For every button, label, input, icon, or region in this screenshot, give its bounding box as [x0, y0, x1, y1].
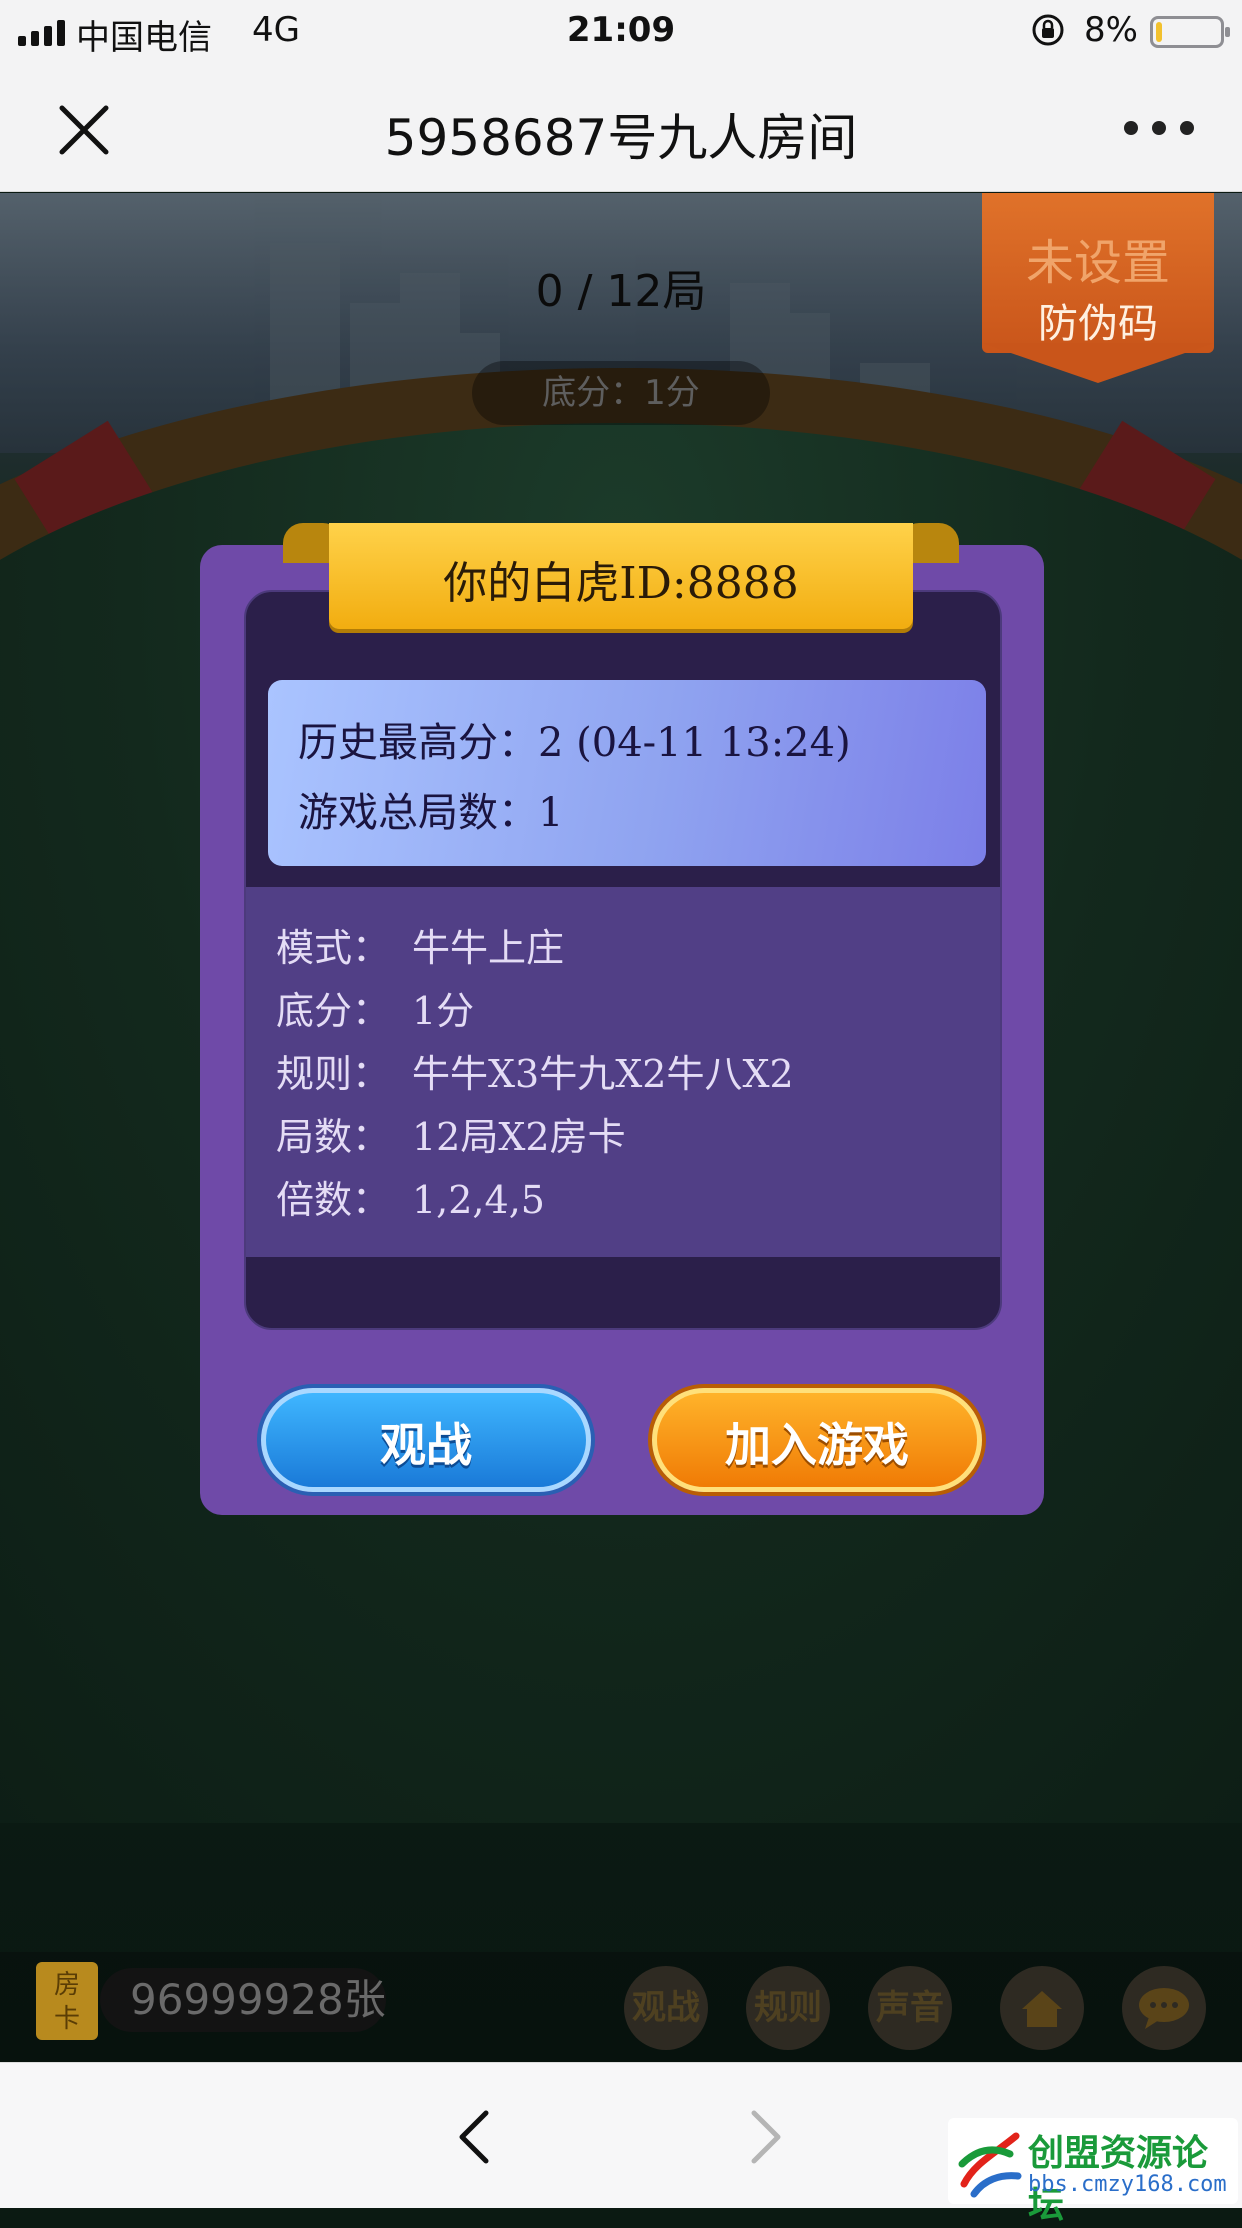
battery-icon [1150, 16, 1230, 48]
chat-icon [1139, 1988, 1189, 2029]
total-games-value: 1 [538, 790, 564, 836]
badge-label: 防伪码 [1038, 301, 1158, 347]
anti-fake-code-badge[interactable]: 未设置 防伪码 [982, 193, 1214, 385]
status-bar: 中国电信 4G 21:09 8% [0, 0, 1242, 62]
info-row-multiplier: 倍数： 1,2,4,5 [276, 1169, 545, 1224]
info-label: 局数： [276, 1115, 391, 1159]
chat-button[interactable] [1122, 1966, 1206, 2050]
forward-icon[interactable] [740, 2107, 790, 2167]
info-row-rounds: 局数： 12局X2房卡 [276, 1106, 626, 1161]
info-value: 1,2,4,5 [412, 1178, 545, 1222]
info-label: 规则： [276, 1052, 391, 1096]
info-label: 底分： [276, 989, 391, 1033]
total-games-row: 游戏总局数：1 [298, 780, 563, 838]
dialog-header-banner: 你的白虎ID:8888 [283, 523, 959, 631]
watch-button[interactable]: 观战 [261, 1388, 591, 1492]
info-row-mode: 模式： 牛牛上庄 [276, 917, 564, 972]
info-value: 1分 [412, 989, 475, 1033]
watch-small-button[interactable]: 观战 [624, 1966, 708, 2050]
dialog-inner-panel: 历史最高分：2 (04-11 13:24) 游戏总局数：1 模式： 牛牛上庄 底分… [244, 590, 1002, 1330]
room-rules-panel: 模式： 牛牛上庄 底分： 1分 规则： 牛牛X3牛九X2牛八X2 局数： 12局X2房卡… [246, 887, 1000, 1257]
total-games-label: 游戏总局数： [298, 790, 538, 836]
info-row-rules: 规则： 牛牛X3牛九X2牛八X2 [276, 1043, 794, 1098]
info-value: 12局X2房卡 [412, 1115, 626, 1159]
banner-band: 你的白虎ID:8888 [329, 523, 913, 629]
info-row-base: 底分： 1分 [276, 980, 474, 1035]
best-score-value: 2 (04-11 13:24) [538, 720, 851, 766]
forum-logo-icon [958, 2132, 1022, 2198]
rules-button[interactable]: 规则 [746, 1966, 830, 2050]
back-icon[interactable] [450, 2107, 500, 2167]
base-score-pill: 底分：1分 [472, 361, 770, 425]
home-button[interactable] [1000, 1966, 1084, 2050]
page-title: 5958687号九人房间 [384, 109, 858, 167]
watermark-url: bbs.cmzy168.com [1028, 2172, 1227, 2197]
battery-fill [1156, 22, 1162, 42]
battery-percent: 8% [1084, 10, 1138, 50]
room-card-count: 96999928张 [100, 1968, 386, 2032]
badge-status: 未设置 [1025, 235, 1170, 291]
nav-bar: 5958687号九人房间 [0, 62, 1242, 192]
join-game-button[interactable]: 加入游戏 [652, 1388, 982, 1492]
room-info-dialog: 历史最高分：2 (04-11 13:24) 游戏总局数：1 模式： 牛牛上庄 底分… [200, 545, 1044, 1515]
player-id: 你的白虎ID:8888 [443, 558, 799, 609]
player-stats-card: 历史最高分：2 (04-11 13:24) 游戏总局数：1 [268, 680, 986, 866]
info-value: 牛牛上庄 [412, 926, 565, 970]
game-bottom-bar: 房卡 96999928张 观战 规则 声音 [0, 1952, 1242, 2062]
home-icon [1022, 1991, 1062, 2027]
best-score-label: 历史最高分： [298, 720, 538, 766]
info-value: 牛牛X3牛九X2牛八X2 [412, 1052, 794, 1096]
rotation-lock-icon [1032, 14, 1064, 46]
room-card-icon: 房卡 [36, 1962, 98, 2040]
more-icon[interactable] [1124, 116, 1194, 140]
best-score-row: 历史最高分：2 (04-11 13:24) [298, 710, 851, 768]
sound-button[interactable]: 声音 [868, 1966, 952, 2050]
info-label: 模式： [276, 926, 391, 970]
watermark: 创盟资源论坛 bbs.cmzy168.com [948, 2118, 1238, 2226]
info-label: 倍数： [276, 1178, 391, 1222]
